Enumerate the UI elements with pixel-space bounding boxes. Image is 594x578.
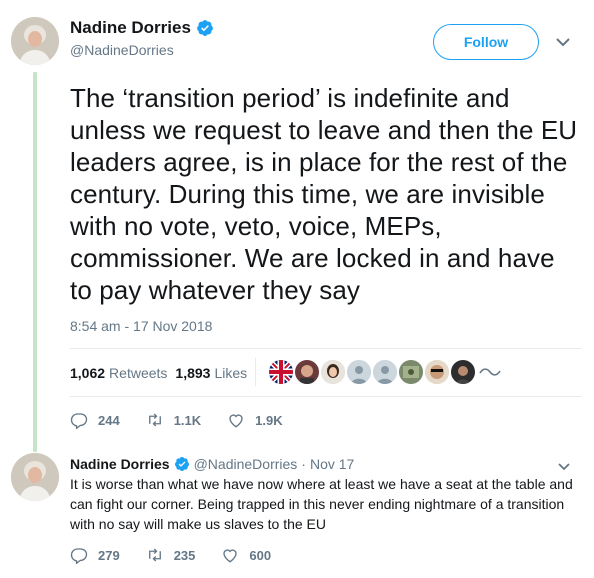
retweet-action[interactable]: 1.1K bbox=[146, 411, 201, 429]
reply-author-name[interactable]: Nadine Dorries bbox=[70, 456, 170, 472]
follow-button[interactable]: Follow bbox=[433, 24, 539, 60]
author-handle[interactable]: @NadineDorries bbox=[70, 42, 214, 58]
divider bbox=[70, 396, 582, 397]
heart-icon bbox=[229, 414, 243, 428]
like-action[interactable]: 600 bbox=[221, 546, 271, 564]
reply-action-bar: 279 235 600 bbox=[70, 546, 297, 564]
reply-text: It is worse than what we have now where … bbox=[70, 476, 573, 532]
tweet-action-bar: 244 1.1K 1.9K bbox=[70, 411, 309, 429]
reply-action[interactable]: 244 bbox=[70, 411, 120, 429]
retweet-icon bbox=[148, 413, 161, 427]
retweet-count-action: 1.1K bbox=[173, 412, 202, 428]
like-stat[interactable]: 1,893 Likes bbox=[175, 365, 247, 381]
chevron-down-icon[interactable] bbox=[555, 36, 571, 48]
more-likers-icon[interactable] bbox=[477, 360, 503, 384]
liker-avatar[interactable] bbox=[425, 360, 449, 384]
stats-separator bbox=[255, 358, 256, 386]
likers-avatar-row bbox=[269, 360, 503, 384]
reply-icon bbox=[70, 548, 88, 564]
reply-count: 244 bbox=[98, 412, 120, 428]
like-count: 1,893 bbox=[175, 365, 211, 381]
retweet-stat[interactable]: 1,062 Retweets bbox=[70, 365, 167, 381]
thread-connector-line bbox=[33, 72, 37, 452]
verified-badge-icon bbox=[197, 20, 213, 36]
retweet-label: Retweets bbox=[109, 365, 168, 381]
reply-header: Nadine Dorries @NadineDorries · Nov 17 bbox=[70, 456, 354, 472]
retweet-count: 1,062 bbox=[70, 365, 106, 381]
chevron-down-icon[interactable] bbox=[557, 462, 571, 472]
retweet-action[interactable]: 235 bbox=[146, 546, 196, 564]
retweet-count-action: 235 bbox=[173, 547, 196, 563]
author-name-row[interactable]: Nadine Dorries bbox=[70, 18, 214, 38]
retweet-icon bbox=[148, 548, 161, 562]
liker-avatar[interactable] bbox=[269, 360, 293, 384]
reply-separator: · bbox=[301, 456, 306, 472]
engagement-stats: 1,062 Retweets 1,893 Likes bbox=[70, 362, 255, 384]
like-label: Likes bbox=[214, 365, 248, 381]
like-action[interactable]: 1.9K bbox=[227, 411, 283, 429]
author-block: Nadine Dorries @NadineDorries bbox=[70, 18, 214, 58]
author-avatar[interactable] bbox=[11, 17, 59, 65]
tweet-text: The ‘transition period’ is indefinite an… bbox=[70, 83, 578, 305]
liker-avatar-default[interactable] bbox=[347, 360, 371, 384]
reply-action[interactable]: 279 bbox=[70, 546, 120, 564]
reply-author-avatar[interactable] bbox=[11, 453, 59, 501]
liker-avatar[interactable] bbox=[399, 360, 423, 384]
liker-avatar-default[interactable] bbox=[373, 360, 397, 384]
verified-badge-icon bbox=[174, 457, 189, 471]
reply-count: 279 bbox=[98, 547, 120, 563]
liker-avatar[interactable] bbox=[451, 360, 475, 384]
liker-avatar[interactable] bbox=[321, 360, 345, 384]
reply-icon bbox=[70, 413, 88, 429]
divider bbox=[70, 348, 582, 349]
like-count-action: 600 bbox=[249, 547, 272, 563]
liker-avatar[interactable] bbox=[295, 360, 319, 384]
tweet-timestamp[interactable]: 8:54 am - 17 Nov 2018 bbox=[70, 318, 212, 334]
heart-icon bbox=[223, 549, 238, 563]
like-count-action: 1.9K bbox=[255, 412, 283, 428]
author-display-name[interactable]: Nadine Dorries bbox=[70, 18, 191, 38]
reply-date[interactable]: Nov 17 bbox=[310, 456, 354, 472]
reply-author-handle[interactable]: @NadineDorries bbox=[194, 456, 298, 472]
